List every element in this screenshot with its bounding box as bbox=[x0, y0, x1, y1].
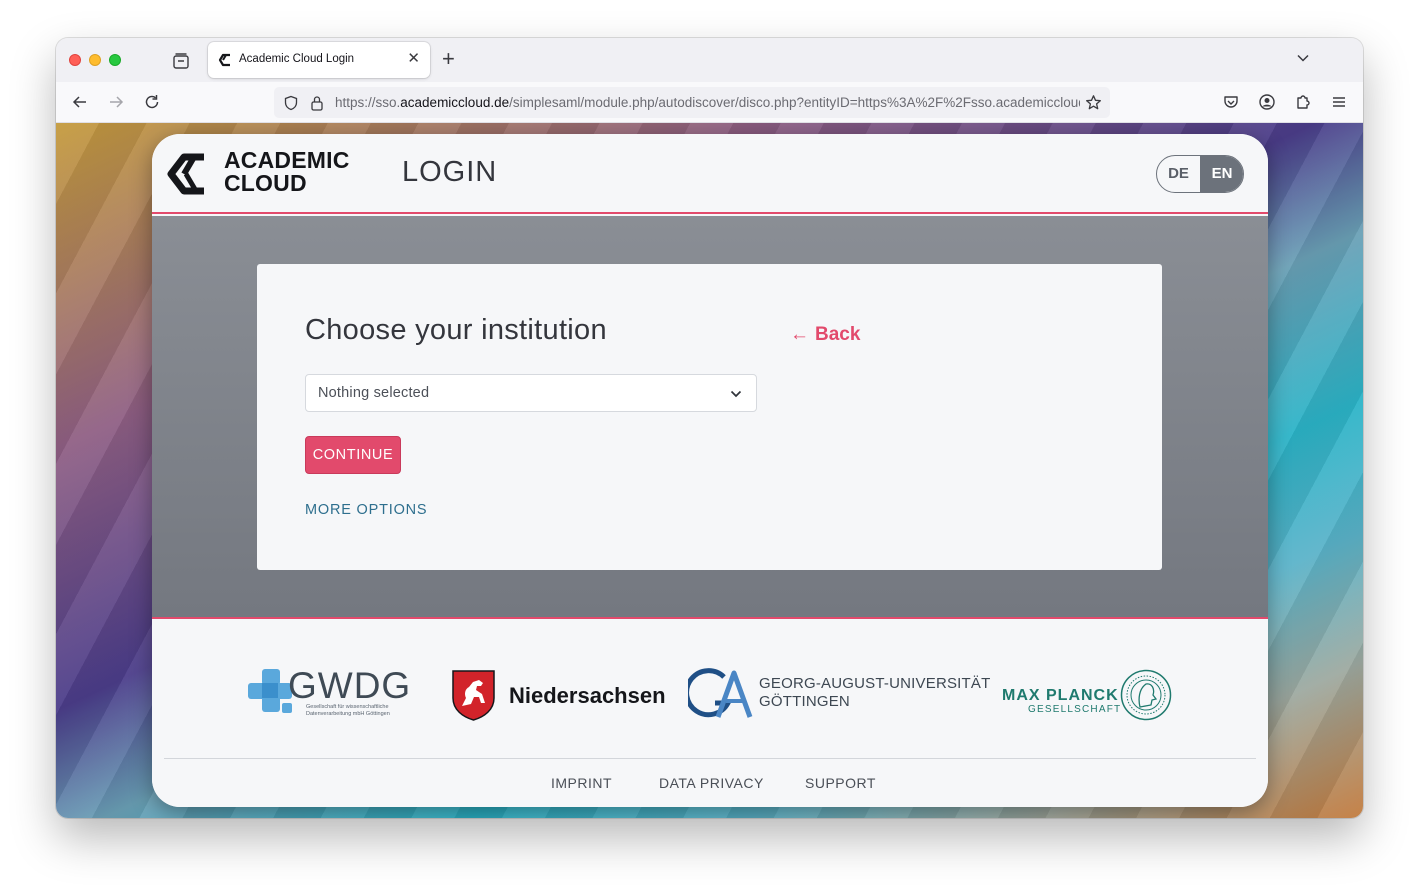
menu-icon[interactable] bbox=[1329, 92, 1349, 112]
gwdg-cross-icon bbox=[248, 669, 292, 713]
close-window-button[interactable] bbox=[69, 54, 81, 66]
chevron-down-icon bbox=[730, 390, 742, 398]
lock-icon[interactable] bbox=[310, 95, 324, 111]
imprint-link[interactable]: IMPRINT bbox=[551, 775, 612, 791]
forward-arrow-icon[interactable] bbox=[106, 92, 126, 112]
back-link[interactable]: ← Back bbox=[790, 324, 860, 346]
language-de-button[interactable]: DE bbox=[1157, 156, 1200, 192]
maximize-window-button[interactable] bbox=[109, 54, 121, 66]
institution-form: Choose your institution ← Back Nothing se… bbox=[257, 264, 1162, 570]
tab-list-chevron-icon[interactable] bbox=[1295, 50, 1311, 66]
language-switcher: DE EN bbox=[1156, 155, 1244, 193]
niedersachsen-coat-of-arms-icon bbox=[452, 670, 495, 721]
url-host: academiccloud.de bbox=[400, 95, 510, 110]
goettingen-line-1: GEORG-AUGUST-UNIVERSITÄT bbox=[759, 675, 991, 692]
tab-overview-icon[interactable] bbox=[171, 51, 191, 71]
shield-icon[interactable] bbox=[283, 95, 299, 111]
brand-line-1: ACADEMIC bbox=[224, 147, 350, 173]
account-icon[interactable] bbox=[1257, 92, 1277, 112]
back-arrow-icon: ← bbox=[790, 324, 809, 345]
institution-select-value: Nothing selected bbox=[318, 385, 430, 401]
url-prefix: https://sso. bbox=[335, 95, 401, 110]
gwdg-logo[interactable]: GWDG Gesellschaft für wissenschaftliche … bbox=[248, 665, 418, 721]
gwdg-subtitle-line-1: Gesellschaft für wissenschaftliche bbox=[306, 704, 389, 710]
institution-select[interactable]: Nothing selected bbox=[305, 374, 757, 412]
max-planck-wordmark: MAX PLANCK bbox=[1002, 687, 1119, 704]
footer-divider bbox=[164, 758, 1256, 759]
url-bar[interactable]: https://sso.academiccloud.de/simplesaml/… bbox=[274, 87, 1110, 118]
tab-title: Academic Cloud Login bbox=[239, 53, 355, 65]
tab-close-icon[interactable]: ✕ bbox=[407, 51, 420, 67]
page-title: LOGIN bbox=[402, 156, 498, 188]
back-arrow-icon[interactable] bbox=[70, 92, 90, 112]
brand-name: ACADEMIC CLOUD bbox=[224, 149, 350, 195]
minerva-seal-icon bbox=[1120, 669, 1172, 721]
url-path: /simplesaml/module.php/autodiscover/disc… bbox=[509, 95, 1080, 110]
minimize-window-button[interactable] bbox=[89, 54, 101, 66]
new-tab-icon[interactable]: + bbox=[442, 48, 455, 70]
academic-cloud-favicon-icon bbox=[218, 53, 230, 67]
site-footer: GWDG Gesellschaft für wissenschaftliche … bbox=[152, 621, 1268, 807]
pocket-icon[interactable] bbox=[1221, 92, 1241, 112]
navigation-bar: https://sso.academiccloud.de/simplesaml/… bbox=[56, 82, 1363, 123]
academic-cloud-logo-icon bbox=[167, 153, 204, 195]
max-planck-subtitle: GESELLSCHAFT bbox=[1028, 704, 1122, 715]
site-header: ACADEMIC CLOUD LOGIN DE EN bbox=[152, 134, 1268, 214]
brand-line-2: CLOUD bbox=[224, 170, 307, 196]
goettingen-line-2: GÖTTINGEN bbox=[759, 693, 850, 710]
max-planck-logo[interactable]: MAX PLANCK GESELLSCHAFT bbox=[1002, 669, 1174, 723]
page-viewport: ACADEMIC CLOUD LOGIN DE EN Choose your i… bbox=[56, 123, 1363, 818]
data-privacy-link[interactable]: DATA PRIVACY bbox=[659, 775, 764, 791]
gwdg-subtitle-line-2: Datenverarbeitung mbH Göttingen bbox=[306, 711, 390, 717]
continue-button[interactable]: CONTINUE bbox=[305, 436, 401, 474]
extensions-icon[interactable] bbox=[1293, 92, 1313, 112]
tab-bar: Academic Cloud Login ✕ + bbox=[56, 38, 1363, 82]
niedersachsen-wordmark: Niedersachsen bbox=[509, 683, 666, 708]
browser-window: Academic Cloud Login ✕ + https://sso.aca… bbox=[56, 38, 1363, 818]
back-link-label: Back bbox=[815, 324, 861, 345]
login-card: ACADEMIC CLOUD LOGIN DE EN Choose your i… bbox=[152, 134, 1268, 807]
gwdg-wordmark: GWDG bbox=[288, 665, 412, 706]
georg-august-ga-icon bbox=[688, 668, 753, 718]
main-section: Choose your institution ← Back Nothing se… bbox=[152, 216, 1268, 619]
bookmark-star-icon[interactable] bbox=[1085, 94, 1102, 111]
niedersachsen-logo[interactable]: Niedersachsen bbox=[452, 670, 666, 722]
support-link[interactable]: SUPPORT bbox=[805, 775, 876, 791]
gwdg-subtitle: Gesellschaft für wissenschaftliche Daten… bbox=[306, 704, 390, 718]
reload-icon[interactable] bbox=[142, 92, 162, 112]
goettingen-university-logo[interactable]: GEORG-AUGUST-UNIVERSITÄT GÖTTINGEN bbox=[688, 667, 990, 723]
form-title: Choose your institution bbox=[305, 314, 607, 346]
browser-tab[interactable]: Academic Cloud Login ✕ bbox=[208, 42, 430, 78]
url-text: https://sso.academiccloud.de/simplesaml/… bbox=[335, 95, 1080, 110]
language-en-button[interactable]: EN bbox=[1200, 156, 1243, 192]
more-options-link[interactable]: MORE OPTIONS bbox=[305, 502, 427, 518]
